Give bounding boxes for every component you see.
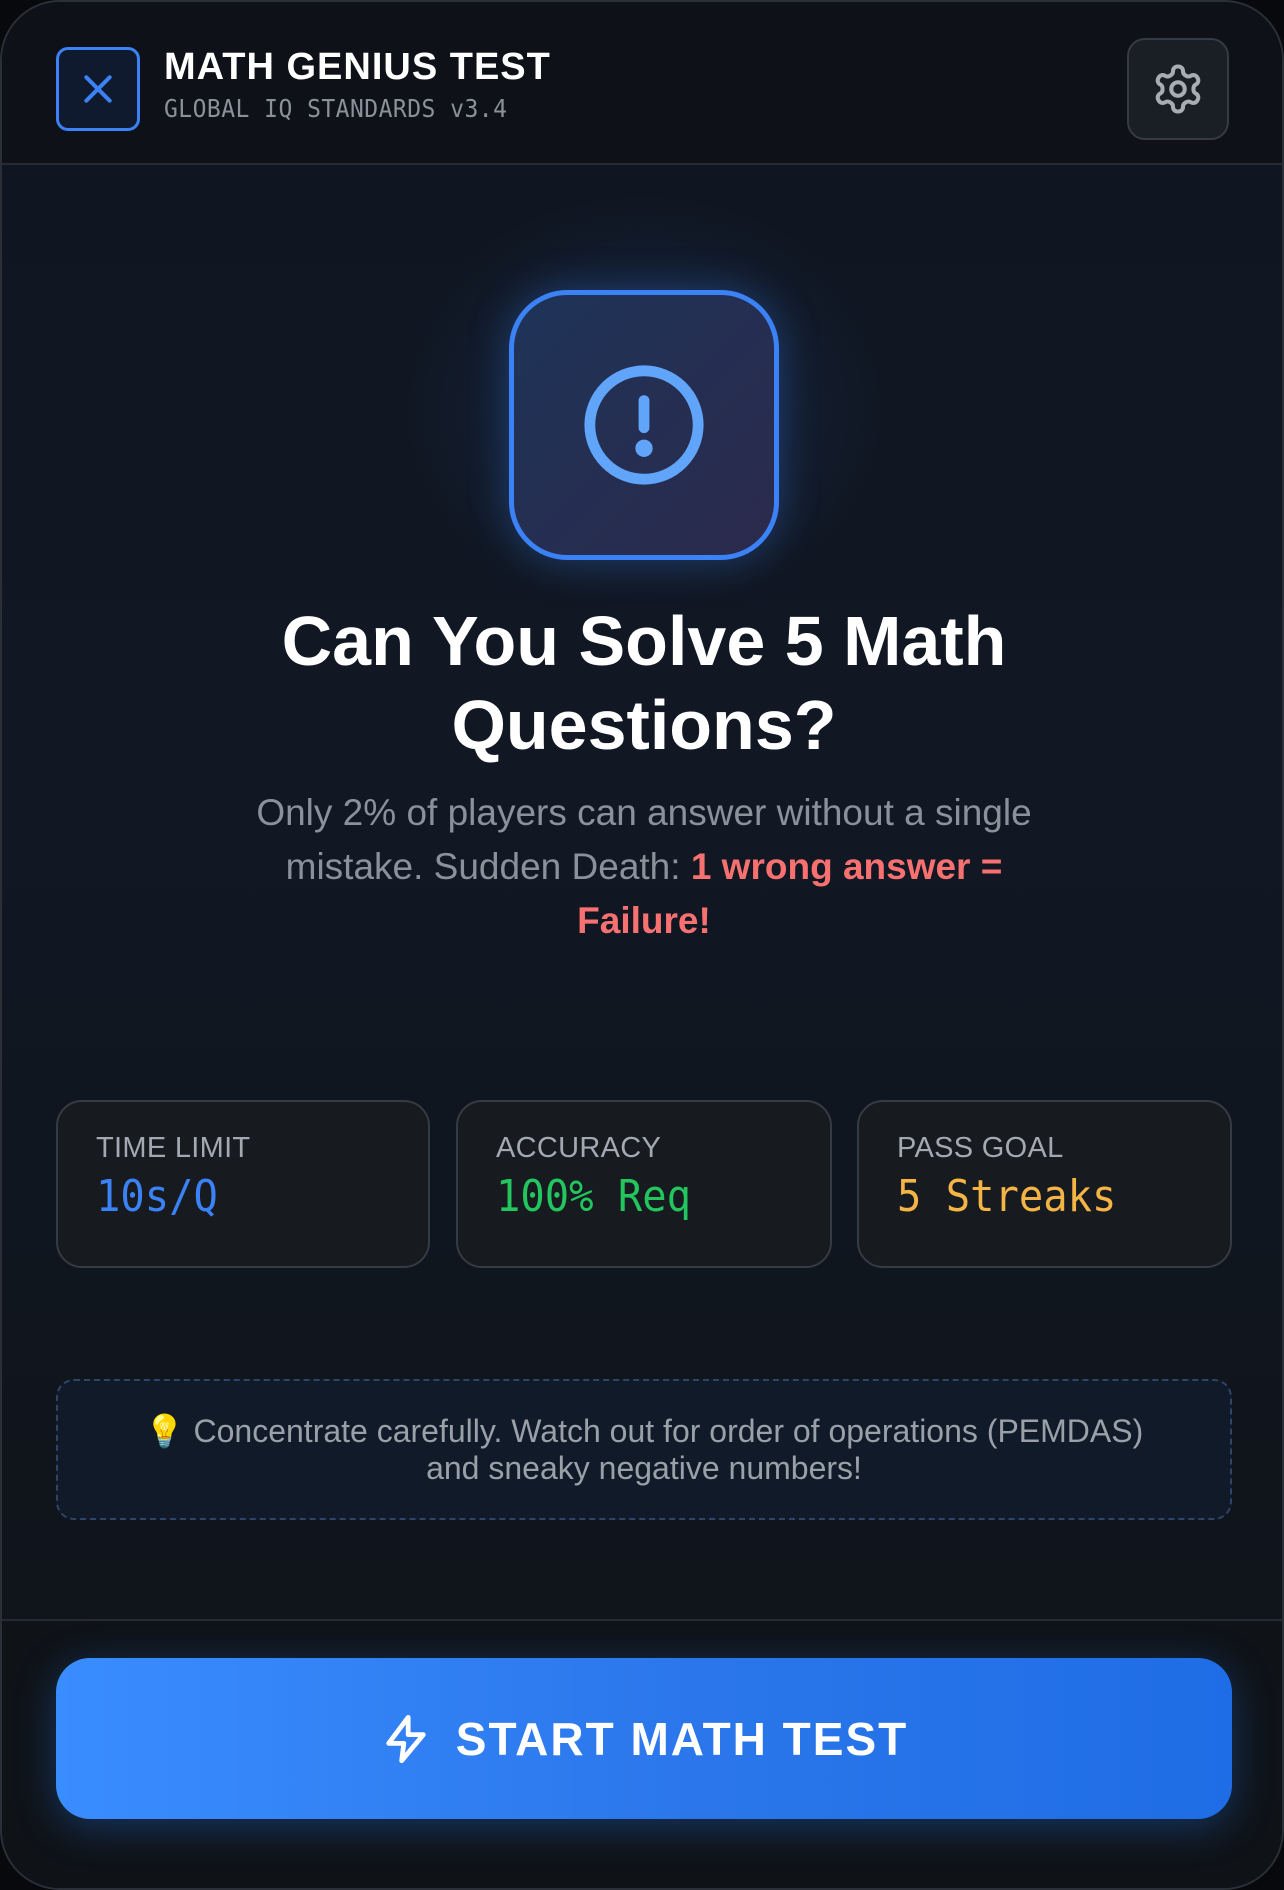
- app-title: MATH GENIUS TEST: [164, 46, 551, 88]
- description: Only 2% of players can answer without a …: [214, 786, 1074, 948]
- stat-card-pass-goal: PASS GOAL 5 Streaks: [857, 1100, 1232, 1268]
- tip-content: 💡 Concentrate carefully. Watch out for o…: [118, 1413, 1170, 1487]
- stat-label: TIME LIMIT: [96, 1132, 251, 1164]
- settings-button[interactable]: [1127, 38, 1229, 140]
- app-window: MATH GENIUS TEST GLOBAL IQ STANDARDS v3.…: [0, 0, 1284, 1890]
- alert-circle-icon: [584, 365, 704, 485]
- tip-text: Concentrate carefully. Watch out for ord…: [193, 1412, 1144, 1486]
- close-icon: [84, 75, 112, 103]
- lightbulb-icon: 💡: [144, 1412, 185, 1449]
- hero-icon-box: [509, 290, 779, 560]
- stat-card-time-limit: TIME LIMIT 10s/Q: [56, 1100, 430, 1268]
- gear-icon: [1155, 64, 1201, 114]
- lightning-icon: [386, 1714, 426, 1763]
- stat-value: 100% Req: [496, 1171, 691, 1222]
- tip-box: 💡 Concentrate carefully. Watch out for o…: [56, 1379, 1232, 1520]
- close-button[interactable]: [56, 47, 140, 131]
- stat-label: PASS GOAL: [897, 1132, 1064, 1164]
- stat-value: 10s/Q: [96, 1171, 218, 1222]
- start-math-test-button[interactable]: START MATH TEST: [56, 1658, 1232, 1819]
- stat-label: ACCURACY: [496, 1132, 662, 1164]
- start-button-label: START MATH TEST: [455, 1712, 909, 1765]
- stat-card-accuracy: ACCURACY 100% Req: [456, 1100, 832, 1268]
- stat-value: 5 Streaks: [897, 1171, 1117, 1222]
- app-subtitle: GLOBAL IQ STANDARDS v3.4: [164, 94, 508, 123]
- headline: Can You Solve 5 Math Questions?: [281, 602, 1007, 764]
- header: MATH GENIUS TEST GLOBAL IQ STANDARDS v3.…: [2, 2, 1282, 165]
